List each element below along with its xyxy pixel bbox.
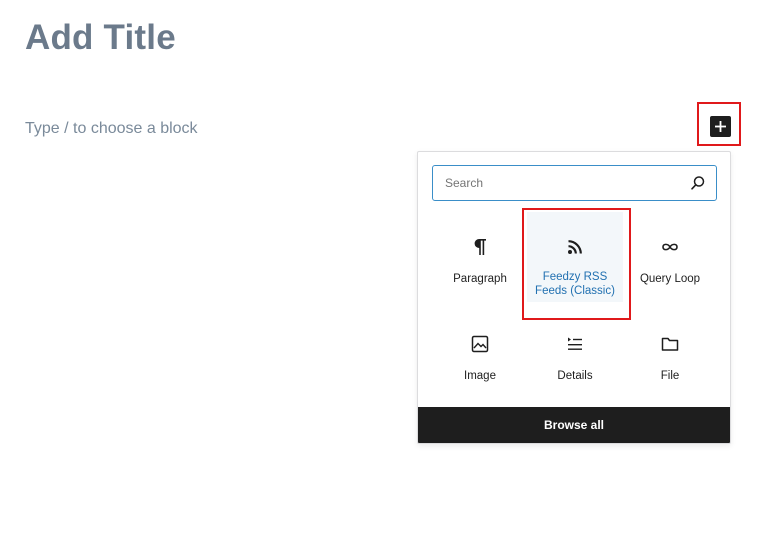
rss-icon [567, 236, 583, 258]
paragraph-icon [473, 236, 487, 258]
block-placeholder[interactable]: Type / to choose a block [25, 120, 198, 138]
details-icon [566, 333, 584, 355]
block-label: Image [464, 370, 496, 382]
block-image[interactable]: Image [432, 309, 528, 399]
search-input[interactable] [443, 175, 690, 191]
block-details[interactable]: Details [527, 309, 623, 399]
post-title[interactable]: Add Title [25, 18, 176, 58]
block-label: Details [557, 370, 593, 382]
browse-all-button[interactable]: Browse all [418, 407, 730, 443]
block-label: Paragraph [453, 273, 507, 285]
block-query-loop[interactable]: Query Loop [622, 212, 718, 302]
block-label: Query Loop [639, 273, 701, 285]
block-label: Feedzy RSS Feeds (Classic) [535, 271, 615, 297]
search-icon[interactable] [690, 175, 706, 191]
search-box[interactable] [432, 165, 717, 201]
image-icon [471, 333, 489, 355]
block-inserter-popover: Paragraph Feedzy RSS Feeds (Classic) Que… [417, 151, 731, 444]
add-block-button[interactable] [710, 116, 731, 137]
block-feedzy-rss[interactable]: Feedzy RSS Feeds (Classic) [527, 212, 623, 302]
folder-icon [661, 333, 679, 355]
block-file[interactable]: File [622, 309, 718, 399]
block-label: File [660, 370, 680, 382]
loop-icon [661, 236, 679, 258]
block-paragraph[interactable]: Paragraph [432, 212, 528, 302]
plus-icon [715, 121, 726, 132]
